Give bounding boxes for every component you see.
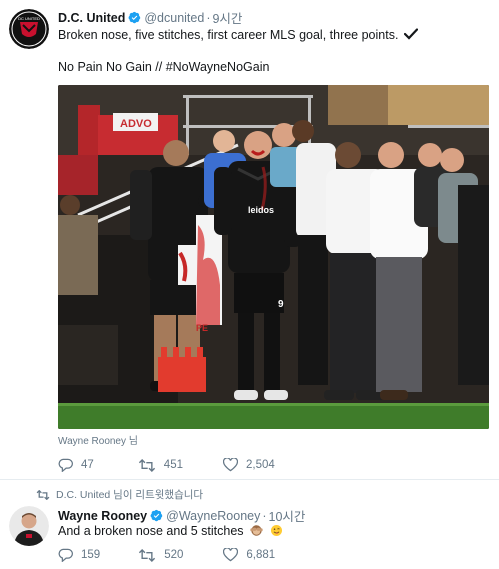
avatar-text: DC UNITED <box>18 16 40 21</box>
reply-icon <box>58 548 73 562</box>
retweet-context[interactable]: D.C. United 님이 리트윗했습니다 <box>36 487 203 502</box>
photo-crate-text: PE <box>196 323 208 333</box>
see-no-evil-monkey-emoji <box>250 525 263 536</box>
retweet-count: 451 <box>163 459 183 471</box>
like-icon <box>223 548 239 562</box>
reply-icon <box>58 458 73 472</box>
handle[interactable]: @dcunited <box>144 11 204 25</box>
tweet-text-line-2: No Pain No Gain // #NoWayneNoGain <box>58 60 270 74</box>
timestamp[interactable]: 10시간 <box>269 506 306 525</box>
photo-sponsor-text: leidos <box>248 205 274 215</box>
photo-tag[interactable]: Wayne Rooney 님 <box>58 432 138 447</box>
tweet-text: And a broken nose and 5 stitches <box>58 524 244 538</box>
like-count: 2,504 <box>245 459 275 471</box>
retweet-icon <box>139 548 156 562</box>
tweet-dcunited[interactable]: DC UNITED D.C. United @dcunited · 9시간 Br… <box>0 0 499 480</box>
timestamp[interactable]: 9시간 <box>212 8 242 27</box>
handle[interactable]: @WayneRooney <box>166 509 260 523</box>
tweet-text-line-1: Broken nose, five stitches, first career… <box>58 28 419 42</box>
retweet-button[interactable]: 520 <box>138 548 184 562</box>
photo-ad-text: ADVO <box>120 118 152 130</box>
time-separator: · <box>206 10 211 25</box>
display-name[interactable]: Wayne Rooney <box>58 509 147 523</box>
reply-count: 159 <box>81 549 101 561</box>
verified-icon <box>150 509 163 522</box>
reply-count: 47 <box>81 459 94 471</box>
retweet-button[interactable]: 451 <box>138 458 183 472</box>
tweet-header: Wayne Rooney @WayneRooney · 10시간 <box>58 506 305 525</box>
like-count: 6,881 <box>246 549 276 561</box>
retweet-count: 520 <box>164 549 184 561</box>
tweet-header: D.C. United @dcunited · 9시간 <box>58 8 242 27</box>
tweet-actions: 159 520 6,881 <box>58 548 303 562</box>
like-button[interactable]: 6,881 <box>223 548 275 562</box>
like-icon <box>222 458 238 472</box>
tweet-actions: 47 451 2,504 <box>58 458 303 472</box>
reply-button[interactable]: 159 <box>58 548 100 562</box>
reply-button[interactable]: 47 <box>58 458 94 472</box>
winking-tongue-face-emoji <box>270 524 282 537</box>
like-button[interactable]: 2,504 <box>222 458 275 472</box>
check-mark-icon <box>403 28 419 40</box>
display-name[interactable]: D.C. United <box>58 11 125 25</box>
waynerooney-avatar[interactable] <box>9 506 49 546</box>
retweet-icon <box>36 489 50 500</box>
retweet-icon <box>138 458 155 472</box>
tweet-text-line: And a broken nose and 5 stitches <box>58 524 283 538</box>
tweet-photo[interactable]: ADVO PE leidos 9 <box>58 85 489 429</box>
dcunited-avatar[interactable]: DC UNITED <box>9 9 49 49</box>
time-separator: · <box>262 508 267 523</box>
tweet-waynerooney[interactable]: D.C. United 님이 리트윗했습니다 Wayne Rooney @Way… <box>0 480 499 569</box>
tweet-text: Broken nose, five stitches, first career… <box>58 28 399 42</box>
photo-jersey-number: 9 <box>278 299 284 310</box>
retweet-context-text: D.C. United 님이 리트윗했습니다 <box>56 489 204 501</box>
verified-icon <box>128 11 141 24</box>
